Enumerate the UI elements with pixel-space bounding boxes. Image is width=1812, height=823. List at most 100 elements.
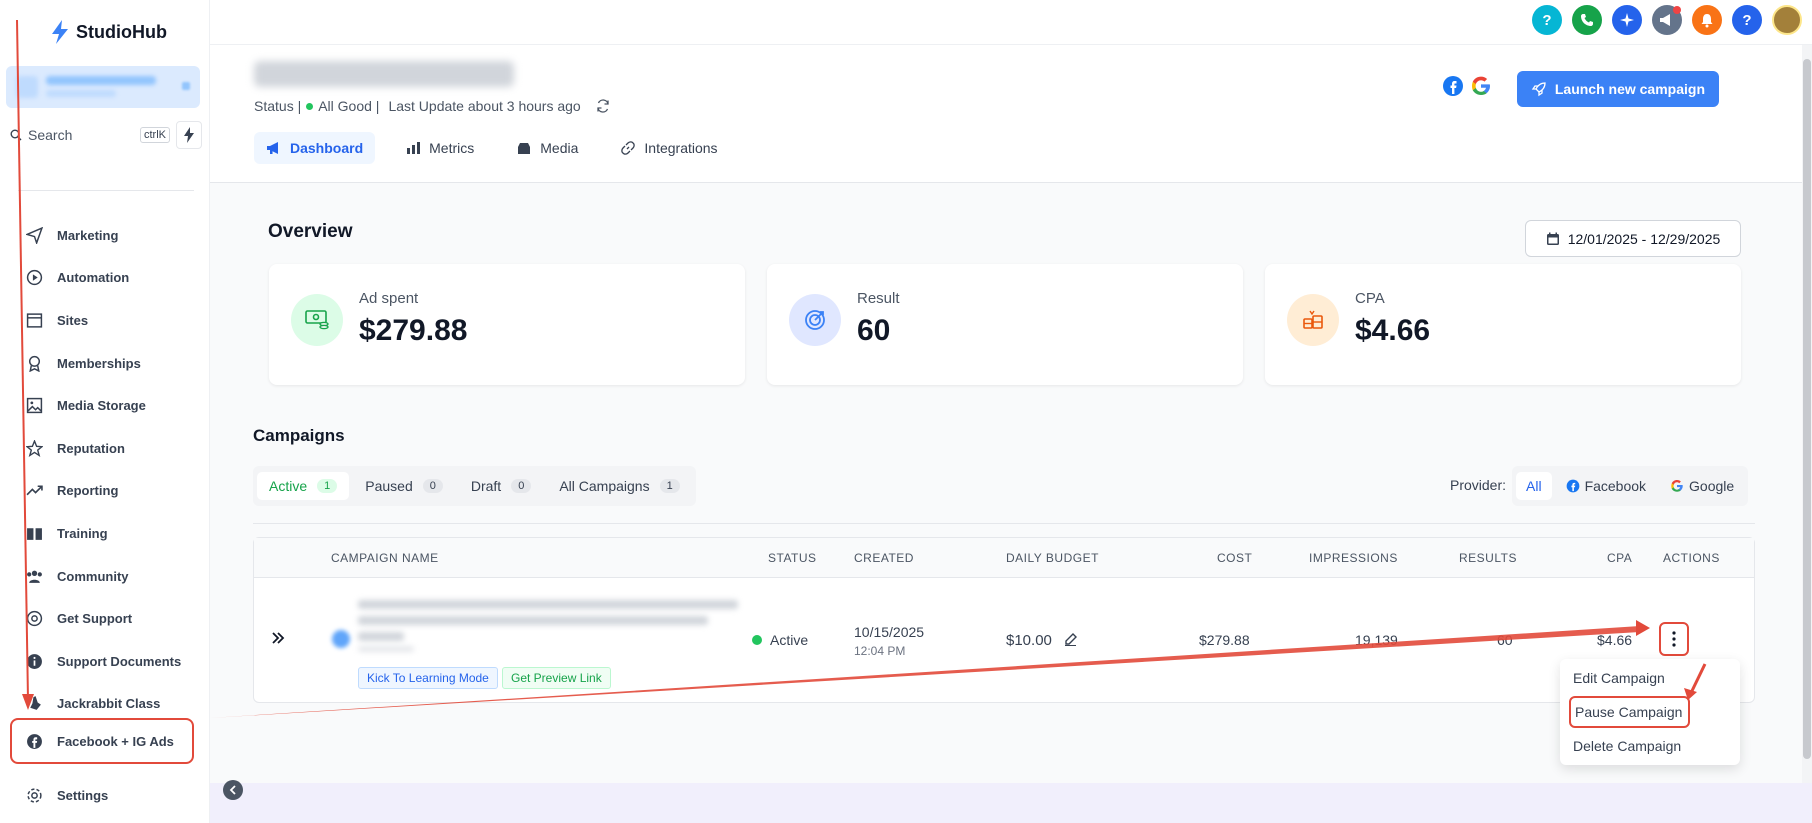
col-created: CREATED <box>854 551 914 565</box>
edit-budget-icon[interactable] <box>1064 633 1077 646</box>
provider-label-text: Facebook <box>1584 478 1647 494</box>
status-text: Active <box>770 632 809 648</box>
tab-active[interactable]: Active 1 <box>257 472 350 500</box>
tab-paused[interactable]: Paused 0 <box>353 472 455 500</box>
sidebar-item-label: Media Storage <box>57 398 146 414</box>
search-input[interactable]: Search ctrlK <box>6 122 170 148</box>
cpa-card: CPA $4.66 <box>1265 264 1741 385</box>
refresh-icon[interactable] <box>596 99 610 113</box>
tab-draft[interactable]: Draft 0 <box>459 472 543 500</box>
sidebar-item-settings[interactable]: Settings <box>0 774 210 817</box>
sidebar-item-label: Jackrabbit Class <box>57 696 161 712</box>
expand-row-icon[interactable] <box>271 631 285 645</box>
provider-label: Provider: <box>1450 477 1507 493</box>
sidebar-item-get-support[interactable]: Get Support <box>0 597 210 640</box>
menu-item-delete-campaign[interactable]: Delete Campaign <box>1573 738 1681 754</box>
sidebar-item-reporting[interactable]: Reporting <box>0 470 210 513</box>
col-cost: COST <box>1217 551 1253 565</box>
scrollbar-thumb[interactable] <box>1803 59 1811 759</box>
sidebar-item-support-documents[interactable]: Support Documents <box>0 640 210 683</box>
sidebar-item-label: Reporting <box>57 483 119 499</box>
launch-campaign-button[interactable]: Launch new campaign <box>1516 71 1719 107</box>
app-logo[interactable]: StudioHub <box>50 20 167 44</box>
count-badge: 1 <box>317 479 338 493</box>
account-switcher[interactable] <box>6 66 200 108</box>
row-actions-button[interactable] <box>1659 622 1689 656</box>
sidebar-item-media-storage[interactable]: Media Storage <box>0 384 210 427</box>
chevron-left-icon <box>229 785 236 795</box>
col-actions: ACTIONS <box>1663 551 1720 565</box>
card-value: 60 <box>857 314 891 347</box>
gear-icon <box>27 788 42 803</box>
campaign-subtext-blurred <box>358 646 414 652</box>
sidebar-item-automation[interactable]: Automation <box>0 257 210 300</box>
results-value: 60 <box>1497 632 1513 648</box>
tab-label: Draft <box>470 478 502 494</box>
user-avatar[interactable] <box>1772 5 1802 35</box>
megaphone-icon <box>267 142 278 154</box>
table-header: CAMPAIGN NAME STATUS CREATED DAILY BUDGE… <box>254 538 1754 578</box>
facebook-icon <box>27 733 42 749</box>
bell-icon[interactable] <box>1692 5 1722 35</box>
col-campaign-name: CAMPAIGN NAME <box>331 551 439 565</box>
megaphone-icon[interactable] <box>1652 5 1682 35</box>
row-actions-menu: Edit Campaign Pause Campaign Delete Camp… <box>1560 659 1740 765</box>
trend-icon <box>26 485 43 496</box>
get-preview-link-button[interactable]: Get Preview Link <box>502 667 611 689</box>
campaigns-title: Campaigns <box>253 426 345 445</box>
question-icon[interactable]: ? <box>1732 5 1762 35</box>
sidebar-item-marketing[interactable]: Marketing <box>0 214 210 257</box>
date-range-picker[interactable]: 12/01/2025 - 12/29/2025 <box>1525 220 1741 257</box>
provider-label-text: Google <box>1689 478 1735 494</box>
scrollbar[interactable] <box>1802 45 1812 783</box>
main-tabs: Dashboard Metrics Media Integrations <box>254 132 730 164</box>
rabbit-icon <box>30 696 41 711</box>
page-header: Status | All Good | Last Update about 3 … <box>210 45 1802 183</box>
tab-label: Paused <box>365 478 413 494</box>
top-bar-icons: ? ? <box>1532 5 1802 35</box>
count-badge: 1 <box>659 479 680 493</box>
menu-item-edit-campaign[interactable]: Edit Campaign <box>1573 670 1665 686</box>
status-label: Status | <box>254 98 302 114</box>
result-card: Result 60 <box>767 264 1243 385</box>
menu-item-pause-campaign[interactable]: Pause Campaign <box>1569 696 1690 728</box>
tab-metrics[interactable]: Metrics <box>393 132 486 164</box>
google-icon <box>1472 76 1490 95</box>
ai-sparkle-icon[interactable] <box>1612 5 1642 35</box>
sidebar-item-label: Training <box>57 525 108 541</box>
tab-label: Active <box>269 478 308 494</box>
sidebar-item-community[interactable]: Community <box>0 555 210 598</box>
tab-media[interactable]: Media <box>504 132 590 164</box>
provider-google[interactable]: Google <box>1660 472 1744 500</box>
provider-facebook[interactable]: Facebook <box>1556 472 1656 500</box>
sites-icon <box>26 313 43 328</box>
star-icon <box>26 439 43 457</box>
date-range-text: 12/01/2025 - 12/29/2025 <box>1567 230 1721 247</box>
sidebar-item-sites[interactable]: Sites <box>0 299 210 342</box>
sidebar-item-facebook-ig-ads[interactable]: Facebook + IG Ads <box>10 718 194 764</box>
sidebar-item-memberships[interactable]: Memberships <box>0 342 210 385</box>
tab-label: Integrations <box>644 140 718 156</box>
tab-dashboard[interactable]: Dashboard <box>254 132 376 164</box>
provider-all[interactable]: All <box>1516 472 1552 500</box>
card-label: Result <box>857 290 900 307</box>
google-icon <box>1671 480 1683 492</box>
tab-integrations[interactable]: Integrations <box>608 132 729 164</box>
sidebar-item-training[interactable]: Training <box>0 512 210 555</box>
collapse-sidebar-button[interactable] <box>223 780 243 800</box>
quick-action-button[interactable] <box>176 121 202 149</box>
tab-all-campaigns[interactable]: All Campaigns 1 <box>547 472 691 500</box>
count-badge: 0 <box>422 479 443 493</box>
help-icon[interactable]: ? <box>1532 5 1562 35</box>
card-value: $4.66 <box>1355 314 1431 347</box>
col-impressions: IMPRESSIONS <box>1309 551 1398 565</box>
count-badge: 0 <box>511 479 532 493</box>
phone-icon[interactable] <box>1572 5 1602 35</box>
card-label: CPA <box>1355 290 1385 307</box>
sidebar-divider <box>18 190 194 191</box>
provider-tabs: All Facebook Google <box>1512 466 1749 506</box>
col-cpa: CPA <box>1607 551 1633 565</box>
kick-learning-mode-button[interactable]: Kick To Learning Mode <box>358 667 498 689</box>
campaign-name-blurred[interactable] <box>358 600 738 609</box>
sidebar-item-reputation[interactable]: Reputation <box>0 427 210 470</box>
